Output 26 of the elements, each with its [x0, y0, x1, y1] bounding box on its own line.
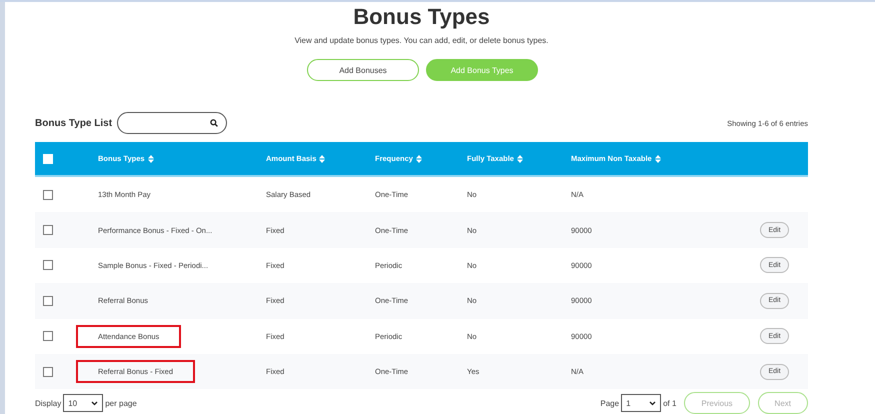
page-description: View and update bonus types. You can add, edit, or delete bonus types.: [294, 36, 550, 45]
chevron-icon: [649, 400, 656, 406]
display-label: Display: [35, 398, 62, 408]
select-all-checkbox[interactable]: [43, 154, 53, 164]
sort-icon: [148, 154, 154, 162]
page-title: Bonus Types: [352, 4, 491, 30]
page-count: of 1: [663, 398, 676, 408]
row-checkbox[interactable]: [43, 260, 53, 270]
row-checkbox[interactable]: [43, 225, 53, 236]
list-title: Bonus Type List: [35, 118, 114, 128]
sort-icon: [319, 154, 326, 162]
search-field[interactable]: [117, 112, 227, 134]
page-select[interactable]: 1: [621, 394, 662, 412]
row-checkbox[interactable]: [43, 331, 53, 342]
chevron-icon: [91, 400, 98, 406]
per-page-select[interactable]: 10: [63, 394, 104, 412]
row-checkbox[interactable]: [43, 366, 53, 377]
sort-icon: [416, 154, 422, 162]
sort-icon: [654, 154, 661, 162]
add-button[interactable]: Add Bonuses: [307, 59, 419, 81]
row-checkbox[interactable]: [43, 190, 53, 200]
search-icon: [210, 119, 218, 127]
row-checkbox[interactable]: [43, 296, 53, 306]
per-page-label: per page: [105, 398, 137, 408]
sort-icon: [516, 154, 523, 162]
page-label: Page: [600, 398, 620, 408]
